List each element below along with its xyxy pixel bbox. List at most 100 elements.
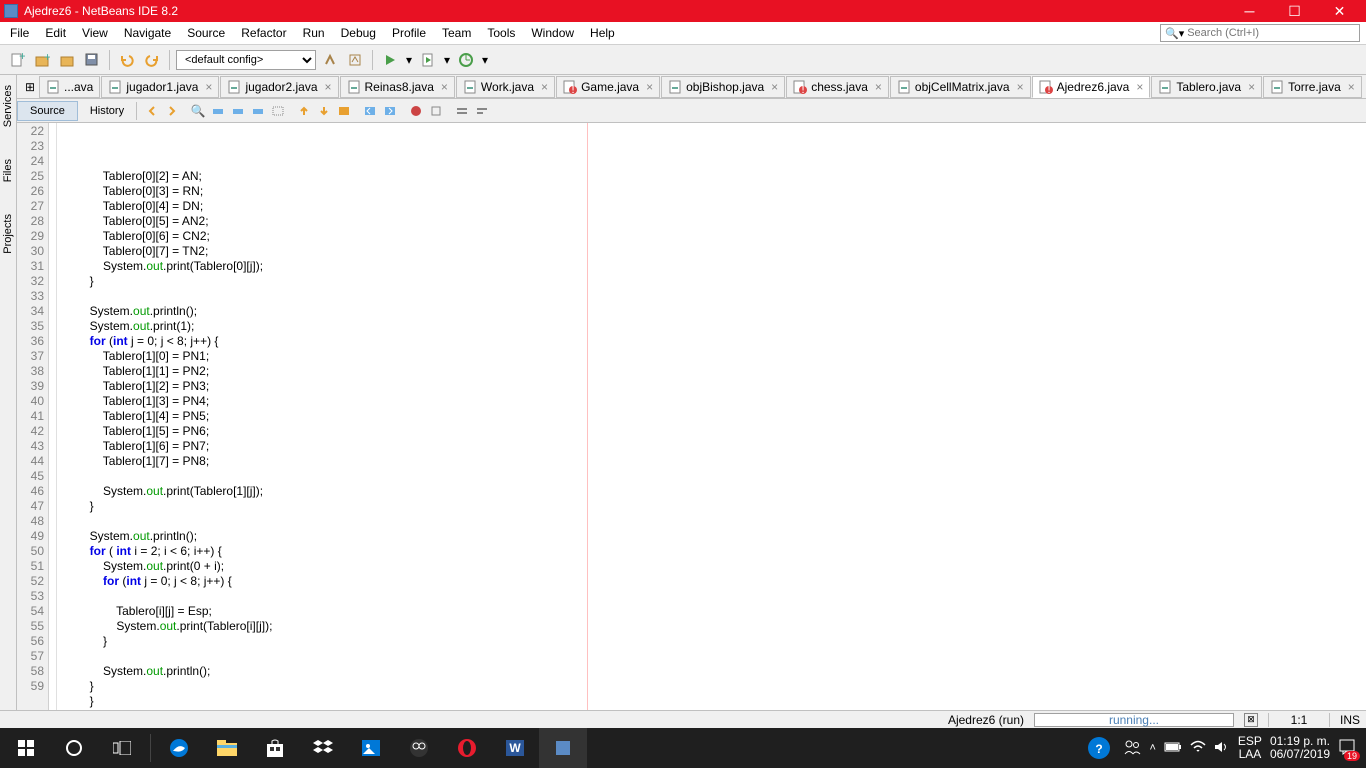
fold-column[interactable] (49, 123, 57, 710)
source-tab[interactable]: Source (17, 101, 78, 121)
code-area[interactable]: Tablero[0][2] = AN; Tablero[0][3] = RN; … (57, 123, 1366, 710)
close-tab-button[interactable]: × (1133, 80, 1143, 94)
tray-volume-icon[interactable] (1214, 740, 1230, 757)
taskbar-netbeans[interactable] (539, 728, 587, 768)
nav-fwd-icon[interactable] (163, 102, 181, 120)
tray-help-icon[interactable]: ? (1083, 728, 1115, 768)
close-tab-button[interactable]: × (768, 80, 778, 94)
search-box[interactable]: 🔍▾ (1160, 24, 1360, 42)
tray-lang2[interactable]: LAA (1238, 748, 1262, 761)
sidebar-projects[interactable]: Projects (0, 208, 16, 260)
menu-source[interactable]: Source (179, 24, 233, 42)
uncomment-icon[interactable] (473, 102, 491, 120)
profile-dropdown[interactable]: ▾ (480, 49, 490, 71)
prev-occurrence-icon[interactable] (295, 102, 313, 120)
profile-button[interactable] (455, 49, 477, 71)
build-button[interactable] (319, 49, 341, 71)
toggle-rect-icon[interactable] (335, 102, 353, 120)
file-tab-objBishopjava[interactable]: objBishop.java× (661, 76, 785, 98)
macro-stop-icon[interactable] (427, 102, 445, 120)
clean-build-button[interactable] (344, 49, 366, 71)
tray-notifications[interactable]: 19 (1338, 738, 1356, 759)
redo-button[interactable] (141, 49, 163, 71)
new-file-button[interactable]: + (6, 49, 28, 71)
save-all-button[interactable] (81, 49, 103, 71)
run-button[interactable] (379, 49, 401, 71)
close-tab-button[interactable]: × (1245, 80, 1255, 94)
menu-navigate[interactable]: Navigate (116, 24, 179, 42)
next-bookmark-icon[interactable] (229, 102, 247, 120)
taskbar-opera[interactable] (443, 728, 491, 768)
toggle-highlight-icon[interactable] (269, 102, 287, 120)
close-button[interactable]: ✕ (1317, 0, 1362, 22)
close-tab-button[interactable]: × (322, 80, 332, 94)
close-tab-button[interactable]: × (643, 80, 653, 94)
file-tab-Gamejava[interactable]: !Game.java× (556, 76, 660, 98)
taskbar-dropbox[interactable] (299, 728, 347, 768)
shift-left-icon[interactable] (361, 102, 379, 120)
file-tab-Workjava[interactable]: Work.java× (456, 76, 555, 98)
file-tab-Torrejava[interactable]: Torre.java× (1263, 76, 1362, 98)
next-occurrence-icon[interactable] (315, 102, 333, 120)
progress-bar[interactable]: running... (1034, 713, 1234, 727)
new-project-button[interactable]: + (31, 49, 53, 71)
history-tab[interactable]: History (78, 102, 137, 120)
file-tab-jugador2java[interactable]: jugador2.java× (220, 76, 338, 98)
file-tab-Tablerojava[interactable]: Tablero.java× (1151, 76, 1262, 98)
taskbar-explorer[interactable] (203, 728, 251, 768)
close-tab-button[interactable]: × (438, 80, 448, 94)
menu-run[interactable]: Run (295, 24, 333, 42)
tray-up-icon[interactable]: ˄ (1149, 742, 1155, 754)
menu-edit[interactable]: Edit (37, 24, 74, 42)
debug-dropdown[interactable]: ▾ (442, 49, 452, 71)
search-input[interactable] (1187, 27, 1355, 39)
menu-window[interactable]: Window (523, 24, 582, 42)
config-select[interactable]: <default config> (176, 50, 316, 70)
menu-tools[interactable]: Tools (479, 24, 523, 42)
close-tab-button[interactable]: × (872, 80, 882, 94)
menu-team[interactable]: Team (434, 24, 479, 42)
taskbar-store[interactable] (251, 728, 299, 768)
cortana-button[interactable] (50, 728, 98, 768)
menu-help[interactable]: Help (582, 24, 623, 42)
close-tab-button[interactable]: × (538, 80, 548, 94)
tray-battery-icon[interactable] (1164, 741, 1182, 756)
menu-file[interactable]: File (2, 24, 37, 42)
task-view-button[interactable] (98, 728, 146, 768)
run-dropdown[interactable]: ▾ (404, 49, 414, 71)
close-tab-button[interactable]: × (1014, 80, 1024, 94)
tray-date[interactable]: 06/07/2019 (1270, 748, 1330, 761)
prev-bookmark-icon[interactable] (209, 102, 227, 120)
minimize-button[interactable]: ─ (1227, 0, 1272, 22)
toggle-bookmark-icon[interactable] (249, 102, 267, 120)
file-tab-ava[interactable]: ...ava (39, 76, 100, 98)
file-tab-Ajedrez6java[interactable]: !Ajedrez6.java× (1032, 76, 1151, 98)
maximize-button[interactable]: ☐ (1272, 0, 1317, 22)
taskbar-word[interactable]: W (491, 728, 539, 768)
debug-button[interactable] (417, 49, 439, 71)
macro-record-icon[interactable] (407, 102, 425, 120)
find-selection-icon[interactable]: 🔍 (189, 102, 207, 120)
open-project-button[interactable] (56, 49, 78, 71)
file-tab-Reinas8java[interactable]: Reinas8.java× (340, 76, 455, 98)
undo-button[interactable] (116, 49, 138, 71)
menu-view[interactable]: View (74, 24, 116, 42)
code-editor[interactable]: 2223242526272829303132333435363738394041… (17, 123, 1366, 710)
taskbar-app1[interactable] (395, 728, 443, 768)
close-tab-button[interactable]: × (202, 80, 212, 94)
close-tab-button[interactable]: × (1345, 80, 1355, 94)
editor-pin-icon[interactable]: ⊞ (21, 76, 39, 98)
taskbar-edge[interactable] (155, 728, 203, 768)
file-tab-jugador1java[interactable]: jugador1.java× (101, 76, 219, 98)
shift-right-icon[interactable] (381, 102, 399, 120)
tray-wifi-icon[interactable] (1190, 740, 1206, 757)
menu-profile[interactable]: Profile (384, 24, 434, 42)
menu-refactor[interactable]: Refactor (233, 24, 294, 42)
sidebar-services[interactable]: Services (0, 79, 16, 133)
file-tab-objCellMatrixjava[interactable]: objCellMatrix.java× (890, 76, 1031, 98)
start-button[interactable] (2, 728, 50, 768)
taskbar-photos[interactable] (347, 728, 395, 768)
stop-task-button[interactable]: ⊠ (1244, 713, 1258, 727)
menu-debug[interactable]: Debug (333, 24, 384, 42)
file-tab-chessjava[interactable]: !chess.java× (786, 76, 889, 98)
